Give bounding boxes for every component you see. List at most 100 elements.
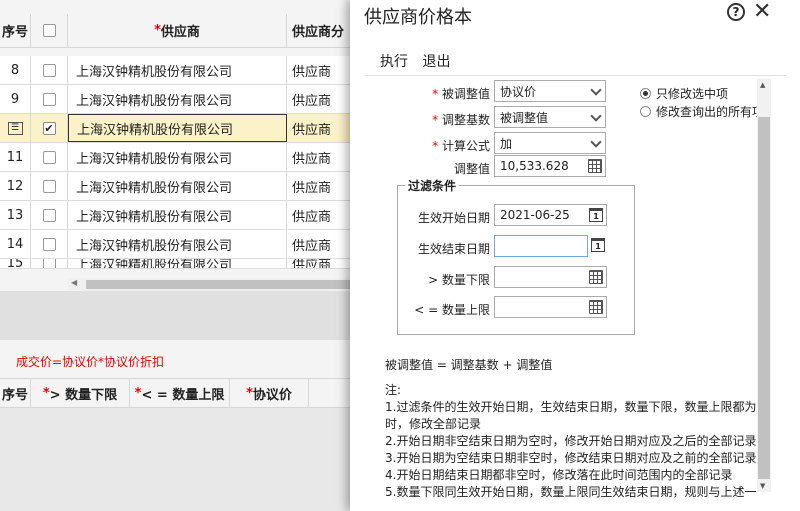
- col-header-supplier: * 供应商: [68, 14, 287, 47]
- row-checkbox[interactable]: [42, 208, 56, 222]
- calendar-icon[interactable]: 1: [591, 238, 605, 252]
- supplier-cell[interactable]: 上海汉钟精机股份有限公司: [68, 114, 287, 142]
- formula-label: * 计算公式: [432, 139, 490, 153]
- row-checkbox[interactable]: [42, 179, 56, 193]
- scrollbar-thumb[interactable]: [86, 280, 362, 289]
- supplier-cell[interactable]: 上海汉钟精机股份有限公司: [68, 172, 287, 200]
- row-number-cell: ☰: [0, 114, 31, 142]
- row-number-cell: 12: [0, 172, 31, 200]
- toolbar-divider: [364, 75, 786, 76]
- calculator-icon[interactable]: [589, 300, 603, 314]
- scroll-down-icon[interactable]: ▼: [760, 482, 765, 490]
- radio-all-queried[interactable]: 修改查询出的所有项: [640, 103, 764, 120]
- adjust-base-label: * 调整基数: [432, 113, 490, 127]
- row-number: 12: [6, 178, 24, 194]
- row-number-cell: 15: [0, 259, 31, 268]
- row-checkbox[interactable]: ✔: [42, 121, 56, 135]
- detail-col-no: 序号: [0, 379, 31, 407]
- qty-high-input[interactable]: [494, 296, 607, 318]
- start-date-input[interactable]: 2021-06-25 1: [494, 204, 607, 226]
- row-select-cell[interactable]: [31, 172, 68, 200]
- calendar-icon[interactable]: 1: [589, 208, 603, 222]
- chevron-down-icon: [590, 110, 602, 122]
- row-select-cell[interactable]: [31, 56, 68, 84]
- scroll-up-icon[interactable]: ▲: [760, 81, 765, 89]
- row-number: 13: [6, 207, 24, 223]
- row-select-cell[interactable]: [31, 143, 68, 171]
- adjust-amount-label: 调整值: [453, 162, 490, 176]
- formula-text: 被调整值 = 调整基数 + 调整值: [385, 358, 553, 372]
- dialog-vertical-scrollbar[interactable]: ▲ ▼: [757, 79, 771, 492]
- col-header-select-all[interactable]: [31, 14, 68, 47]
- exit-button[interactable]: 退出: [422, 54, 450, 70]
- calculator-icon[interactable]: [588, 159, 602, 173]
- price-formula-note: 成交价=协议价*协议价折扣: [16, 355, 165, 369]
- note-line: 注:: [385, 383, 402, 397]
- row-number: 9: [10, 91, 20, 107]
- row-checkbox[interactable]: [42, 63, 56, 77]
- qty-low-input[interactable]: [494, 266, 607, 288]
- row-select-cell[interactable]: [31, 230, 68, 258]
- radio-only-selected[interactable]: 只修改选中项: [640, 85, 728, 102]
- price-adjust-dialog: 供应商价格本 ? ✕ 执行 退出 * 被调整值 协议价 * 调整基数 被调整值 …: [350, 0, 800, 511]
- note-line: 3.开始日期为空结束日期非空时，修改结束日期对应及之前的全部记录: [385, 451, 757, 465]
- row-select-cell[interactable]: [31, 259, 68, 268]
- radio-button[interactable]: [640, 106, 651, 117]
- note-line: 1.过滤条件的生效开始日期，生效结束日期，数量下限，数量上限都为空: [385, 400, 757, 414]
- row-number: 15: [6, 259, 24, 269]
- qty-low-label: > 数量下限: [428, 273, 490, 287]
- qty-high-label: < = 数量上限: [414, 303, 490, 317]
- calculator-icon[interactable]: [589, 270, 603, 284]
- adjust-base-select[interactable]: 被调整值: [494, 106, 606, 128]
- adjust-amount-input[interactable]: 10,533.628: [494, 155, 606, 177]
- note-line: 5.数量下限同生效开始日期，数量上限同生效结束日期，规则与上述一致: [385, 485, 757, 499]
- detail-col-qty-high: * < = 数量上限: [130, 379, 230, 407]
- row-number-cell: 14: [0, 230, 31, 258]
- grid-horizontal-scrollbar[interactable]: ◀: [68, 278, 362, 291]
- note-line: 时，修改全部记录: [385, 417, 482, 431]
- supplier-cell[interactable]: 上海汉钟精机股份有限公司: [68, 259, 287, 268]
- row-number-cell: 9: [0, 85, 31, 113]
- row-checkbox[interactable]: [42, 237, 56, 251]
- row-select-cell[interactable]: [31, 201, 68, 229]
- supplier-cell[interactable]: 上海汉钟精机股份有限公司: [68, 85, 287, 113]
- supplier-cell[interactable]: 上海汉钟精机股份有限公司: [68, 201, 287, 229]
- scroll-left-icon[interactable]: ◀: [71, 278, 77, 287]
- col-header-no: 序号: [0, 14, 31, 47]
- select-all-checkbox[interactable]: [42, 24, 56, 37]
- row-number: 14: [6, 236, 24, 252]
- supplier-cell[interactable]: 上海汉钟精机股份有限公司: [68, 143, 287, 171]
- row-number-cell: 11: [0, 143, 31, 171]
- close-icon[interactable]: ✕: [753, 0, 771, 24]
- detail-col-price: * 协议价: [230, 379, 309, 407]
- row-number-cell: 8: [0, 56, 31, 84]
- chevron-down-icon: [590, 136, 602, 148]
- row-select-cell[interactable]: [31, 85, 68, 113]
- help-notes: 被调整值 = 调整基数 + 调整值 注: 1.过滤条件的生效开始日期，生效结束日期…: [385, 357, 757, 501]
- dialog-title: 供应商价格本: [364, 7, 472, 28]
- row-number-cell: 13: [0, 201, 31, 229]
- end-date-input[interactable]: [494, 235, 588, 257]
- radio-button-checked[interactable]: [640, 88, 651, 99]
- supplier-cell[interactable]: 上海汉钟精机股份有限公司: [68, 56, 287, 84]
- formula-select[interactable]: 加: [494, 132, 606, 154]
- start-date-label: 生效开始日期: [417, 211, 490, 225]
- edit-row-icon: ☰: [7, 121, 23, 135]
- row-checkbox[interactable]: [42, 150, 56, 164]
- detail-grid-header: 序号 * > 数量下限 * < = 数量上限 * 协议价: [0, 378, 362, 408]
- row-number: 8: [10, 62, 20, 78]
- row-select-cell[interactable]: ✔: [31, 114, 68, 142]
- supplier-cell[interactable]: 上海汉钟精机股份有限公司: [68, 230, 287, 258]
- execute-button[interactable]: 执行: [380, 54, 408, 70]
- filter-legend: 过滤条件: [405, 177, 460, 194]
- row-number: 11: [6, 149, 24, 165]
- row-checkbox[interactable]: [42, 259, 56, 268]
- end-date-label: 生效结束日期: [417, 242, 490, 256]
- row-checkbox[interactable]: [42, 92, 56, 106]
- scrollbar-thumb[interactable]: [758, 117, 770, 479]
- adjusted-value-select[interactable]: 协议价: [494, 80, 606, 102]
- detail-col-qty-low: * > 数量下限: [31, 379, 130, 407]
- help-icon[interactable]: ?: [727, 3, 745, 21]
- note-line: 2.开始日期非空结束日期为空时，修改开始日期对应及之后的全部记录: [385, 434, 757, 448]
- chevron-down-icon: [590, 84, 602, 96]
